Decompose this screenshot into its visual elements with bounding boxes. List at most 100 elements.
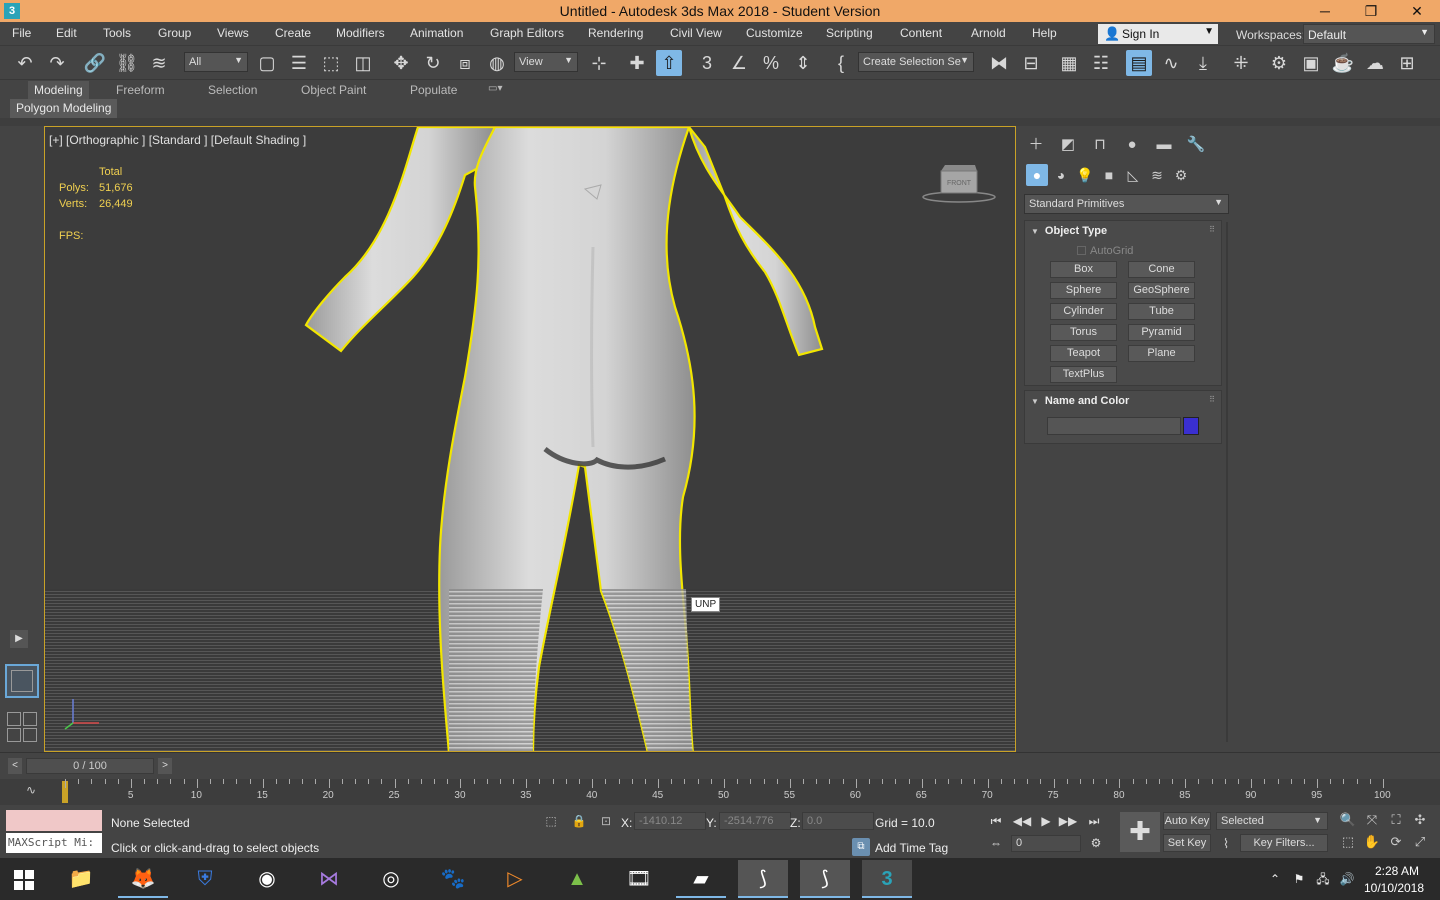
menu-help[interactable]: Help [1032,26,1057,40]
box-button[interactable]: Box [1050,261,1117,278]
file-explorer-icon[interactable]: 📁 [56,860,106,898]
go-to-end-icon[interactable]: ⏭ [1084,812,1104,830]
primitive-category-select[interactable]: Standard Primitives ▼ [1024,194,1229,214]
key-mode-toggle-icon[interactable]: ⇔ [986,834,1006,852]
layer-explorer-icon[interactable]: ☷ [1088,50,1114,76]
add-time-tag[interactable]: Add Time Tag [875,841,948,855]
photo-app-icon[interactable]: ▰ [676,860,726,898]
zoom-extents-all-icon[interactable]: ✣ [1410,810,1430,830]
maxscript-listener-output[interactable] [6,810,102,831]
start-button[interactable] [0,858,48,900]
select-object-icon[interactable]: ▢ [254,50,280,76]
toggle-ribbon-icon[interactable]: ▤ [1126,50,1152,76]
pyramid-button[interactable]: Pyramid [1128,324,1195,341]
textplus-button[interactable]: TextPlus [1050,366,1117,383]
link-icon[interactable]: 🔗 [82,50,108,76]
rollout-grip-icon[interactable]: ⠿ [1209,225,1215,234]
menu-customize[interactable]: Customize [746,26,803,40]
webcam-app-icon[interactable]: ◎ [366,860,416,898]
current-frame-field[interactable]: 0 [1011,835,1081,852]
angle-snap-icon[interactable]: ∠ [726,50,752,76]
previous-frame-icon[interactable]: < [8,758,22,774]
minimize-button[interactable]: ─ [1302,0,1348,22]
object-name-field[interactable] [1047,417,1181,435]
previous-key-icon[interactable]: ◀◀ [1012,812,1032,830]
volume-icon[interactable]: 🔊 [1338,870,1356,888]
tab-selection[interactable]: Selection [208,83,257,97]
time-configuration-icon[interactable]: ⚙ [1086,834,1106,852]
tab-object-paint[interactable]: Object Paint [301,83,366,97]
geometry-icon[interactable]: ● [1026,164,1048,186]
zoom-extents-icon[interactable]: ⛶ [1386,810,1406,830]
menu-create[interactable]: Create [275,26,311,40]
show-hidden-icons-icon[interactable]: ⌃ [1266,870,1284,888]
go-to-start-icon[interactable]: ⏮ [986,812,1006,830]
scene-explorer-icon[interactable]: ▦ [1056,50,1082,76]
video-editor-icon[interactable]: 🎞 [614,860,664,898]
rotate-icon[interactable]: ↻ [420,50,446,76]
field-of-view-icon[interactable]: ⬚ [1338,832,1358,852]
workspace-select[interactable]: Default ▼ [1303,24,1435,44]
window-crossing-icon[interactable]: ◫ [350,50,376,76]
render-production-icon[interactable]: ☕ [1330,50,1356,76]
menu-tools[interactable]: Tools [103,26,131,40]
material-editor-icon[interactable]: ⁜ [1228,50,1254,76]
menu-civil-view[interactable]: Civil View [670,26,722,40]
menu-graph-editors[interactable]: Graph Editors [490,26,564,40]
action-center-flag-icon[interactable]: ⚑ [1290,870,1308,888]
firefox-icon[interactable]: 🦊 [118,860,168,898]
tube-button[interactable]: Tube [1128,303,1195,320]
teapot-button[interactable]: Teapot [1050,345,1117,362]
torus-button[interactable]: Torus [1050,324,1117,341]
expand-layout-icon[interactable]: ▶ [10,630,28,648]
cone-button[interactable]: Cone [1128,261,1195,278]
maximize-viewport-icon[interactable]: ⤢ [1410,832,1430,852]
plane-button[interactable]: Plane [1128,345,1195,362]
clock-time[interactable]: 2:28 AM [1372,864,1422,878]
shapes-icon[interactable]: ◕ [1050,164,1072,186]
mirror-icon[interactable]: ⧓ [986,50,1012,76]
tab-populate[interactable]: Populate [410,83,457,97]
tab-modeling[interactable]: Modeling [28,81,89,99]
play-icon[interactable]: ▶ [1036,812,1056,830]
create-tab-icon[interactable]: ＋ [1024,134,1048,156]
render-cloud-icon[interactable]: ☁ [1362,50,1388,76]
orbit-icon[interactable]: ⟳ [1386,832,1406,852]
x-coord-field[interactable]: -1410.12 [634,812,706,830]
3ds-max-icon[interactable]: 3 [862,860,912,898]
menu-scripting[interactable]: Scripting [826,26,873,40]
utilities-tab-icon[interactable]: 🔧 [1184,134,1208,156]
rollout-grip-icon[interactable]: ⠿ [1209,395,1215,404]
tab-freeform[interactable]: Freeform [116,83,165,97]
ribbon-options-icon[interactable]: ▭▾ [488,83,502,94]
lights-icon[interactable]: 💡 [1074,164,1096,186]
redo-icon[interactable]: ↷ [44,50,70,76]
render-setup-icon[interactable]: ⚙ [1266,50,1292,76]
cylinder-button[interactable]: Cylinder [1050,303,1117,320]
menu-file[interactable]: File [12,26,31,40]
systems-icon[interactable]: ⚙ [1170,164,1192,186]
move-icon[interactable]: ✥ [388,50,414,76]
model-editor-icon[interactable]: ⟆ [800,860,850,898]
time-slider[interactable]: < 0 / 100 > [8,758,172,776]
time-slider-track[interactable]: 0 / 100 [26,758,154,774]
viewport-label[interactable]: [+] [Orthographic ] [Standard ] [Default… [49,133,306,147]
default-in-out-tangent-icon[interactable]: ⌇ [1216,834,1236,854]
curve-editor-icon[interactable]: ∿ [1158,50,1184,76]
zoom-icon[interactable]: 🔍 [1338,810,1358,830]
key-filters-button[interactable]: Key Filters... [1240,834,1328,852]
command-panel-scrollbar[interactable] [1226,222,1228,742]
next-key-icon[interactable]: ▶▶ [1058,812,1078,830]
render-shortcuts-icon[interactable]: ⊞ [1394,50,1420,76]
select-by-name-icon[interactable]: ☰ [286,50,312,76]
set-key-button[interactable]: Set Key [1163,834,1211,852]
polygon-modeling-tab[interactable]: Polygon Modeling [10,99,118,118]
bind-space-warp-icon[interactable]: ≋ [146,50,172,76]
windows-defender-icon[interactable]: ⛨ [180,860,230,898]
menu-modifiers[interactable]: Modifiers [336,26,385,40]
modify-tab-icon[interactable]: ◩ [1056,134,1080,156]
menu-edit[interactable]: Edit [56,26,77,40]
auto-key-button[interactable]: Auto Key [1163,812,1211,830]
next-frame-icon[interactable]: > [158,758,172,774]
unlink-icon[interactable]: ⛓ [114,50,140,76]
